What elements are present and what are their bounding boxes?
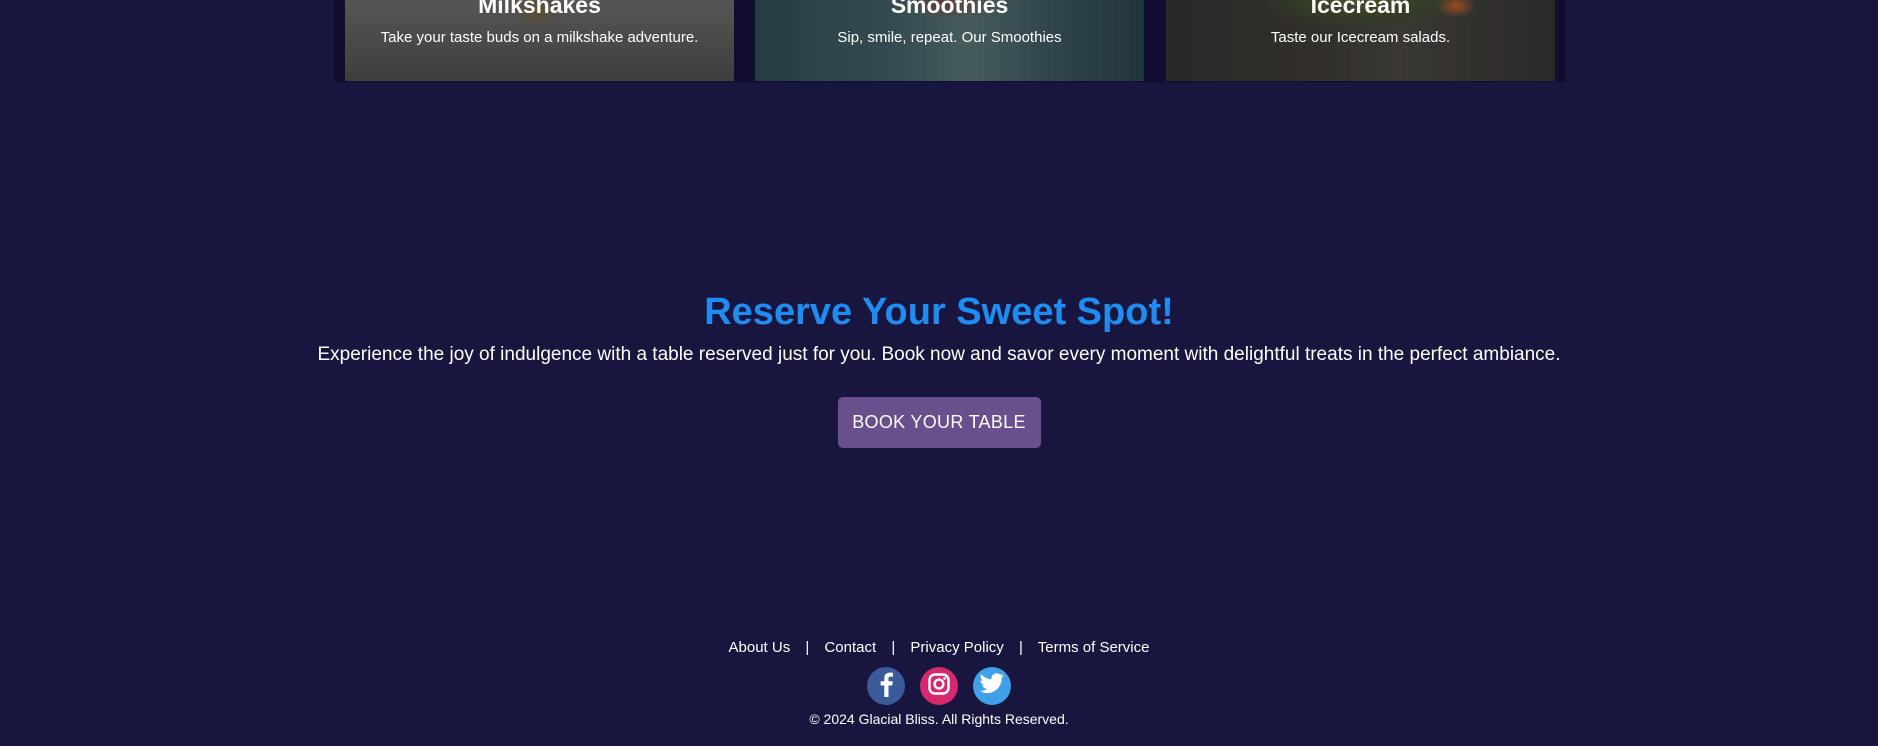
- copyright-text: © 2024 Glacial Bliss. All Rights Reserve…: [809, 711, 1069, 727]
- smoothies-card[interactable]: Smoothies Sip, smile, repeat. Our Smooth…: [755, 0, 1144, 81]
- instagram-icon: [927, 672, 951, 701]
- footer-links: About Us | Contact | Privacy Policy | Te…: [0, 638, 1878, 658]
- category-cards: Milkshakes Take your taste buds on a mil…: [334, 0, 1565, 82]
- footer: About Us | Contact | Privacy Policy | Te…: [0, 638, 1878, 728]
- about-us-link[interactable]: About Us: [729, 639, 791, 656]
- contact-link[interactable]: Contact: [824, 639, 876, 656]
- twitter-icon: [979, 672, 1005, 700]
- twitter-button[interactable]: [973, 667, 1011, 705]
- card-description: Taste our Icecream salads.: [1270, 29, 1451, 46]
- icecream-card[interactable]: Icecream Taste our Icecream salads.: [1166, 0, 1555, 81]
- reservation-section: Reserve Your Sweet Spot! Experience the …: [0, 288, 1878, 448]
- card-description: Sip, smile, repeat. Our Smoothies: [837, 29, 1062, 46]
- book-table-button[interactable]: BOOK YOUR TABLE: [837, 397, 1041, 448]
- milkshakes-card[interactable]: Milkshakes Take your taste buds on a mil…: [345, 0, 734, 81]
- link-separator: |: [1018, 639, 1023, 656]
- reservation-description: Experience the joy of indulgence with a …: [317, 344, 1561, 365]
- facebook-button[interactable]: [867, 667, 905, 705]
- instagram-button[interactable]: [920, 667, 958, 705]
- link-separator: |: [805, 639, 810, 656]
- card-title: Milkshakes: [478, 0, 601, 18]
- card-title: Smoothies: [890, 0, 1009, 18]
- card-description: Take your taste buds on a milkshake adve…: [380, 29, 699, 46]
- card-title: Icecream: [1310, 0, 1411, 18]
- link-separator: |: [891, 639, 896, 656]
- privacy-policy-link[interactable]: Privacy Policy: [910, 639, 1003, 656]
- facebook-icon: [876, 671, 896, 702]
- terms-of-service-link[interactable]: Terms of Service: [1038, 639, 1150, 656]
- reservation-title: Reserve Your Sweet Spot!: [704, 291, 1174, 333]
- social-links: [0, 667, 1878, 705]
